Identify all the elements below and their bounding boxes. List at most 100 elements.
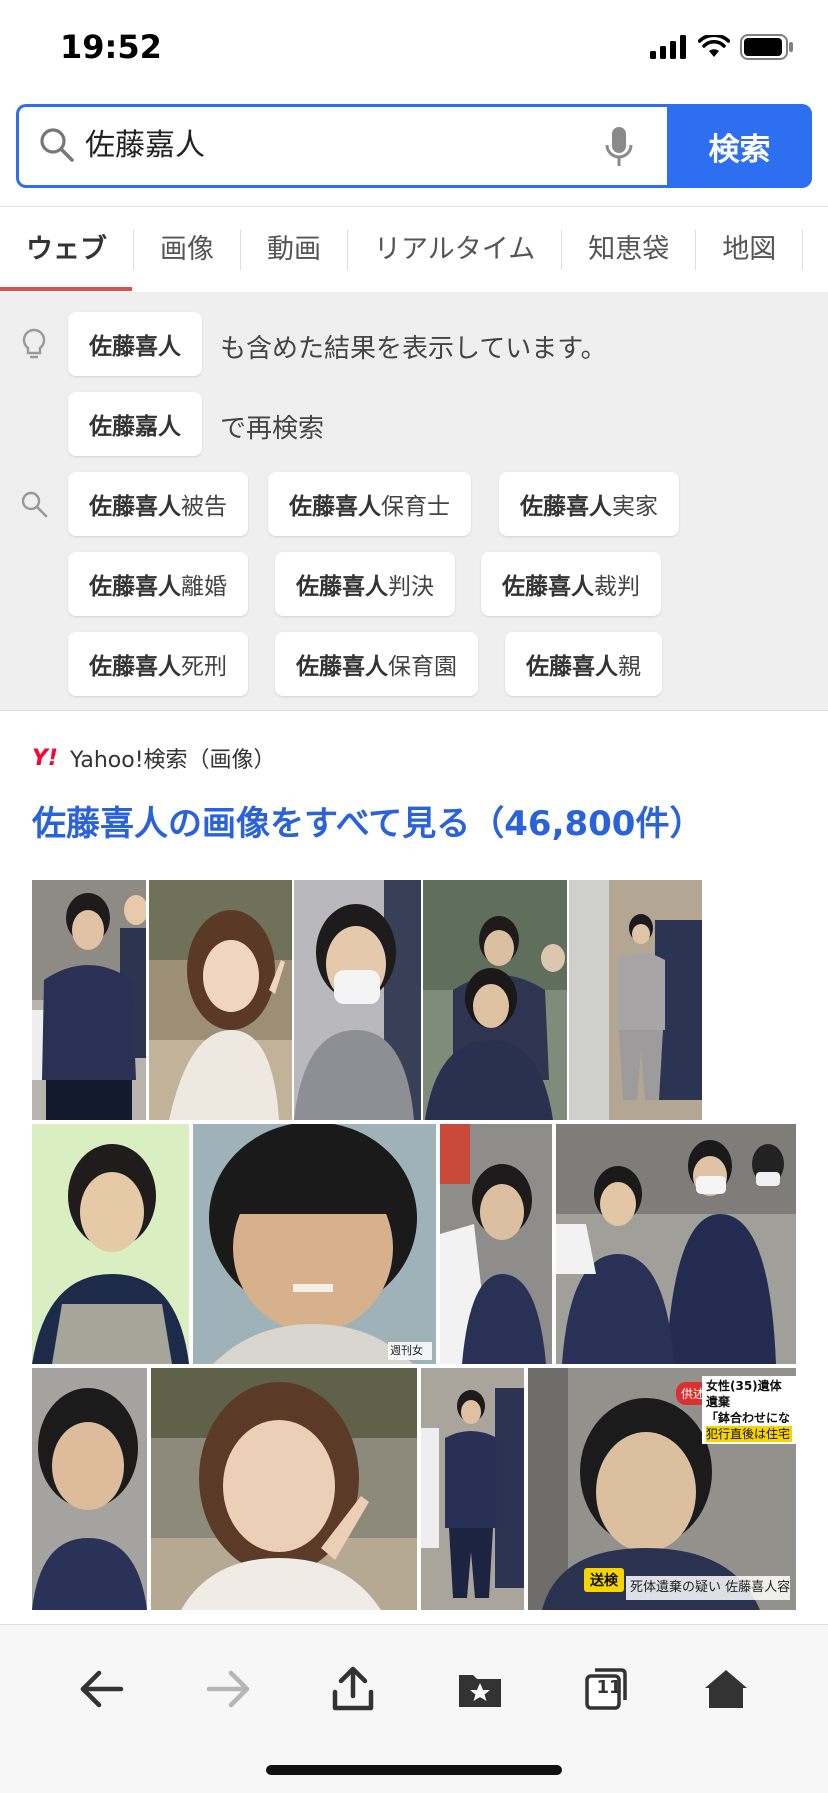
forward-button[interactable]: [196, 1657, 260, 1721]
tv-caption: 死体遺棄の疑い 佐藤喜人容疑者(29): [626, 1576, 790, 1600]
image-thumbnail[interactable]: [440, 1124, 552, 1364]
search-button[interactable]: 検索: [667, 104, 812, 188]
tv-headline: 女性(35)遺体遺棄 「鉢合わせにな 犯行直後は住宅: [702, 1376, 796, 1444]
person-photo: [32, 1368, 147, 1610]
battery-icon: [740, 34, 793, 60]
image-thumbnail[interactable]: [32, 1368, 147, 1610]
share-button[interactable]: [321, 1657, 385, 1721]
suggestion-chip[interactable]: 佐藤喜人 被告: [68, 472, 248, 536]
chip-term: 佐藤喜人: [296, 574, 388, 600]
back-arrow-icon: [80, 1670, 124, 1708]
image-thumbnail[interactable]: [569, 880, 702, 1120]
person-photo: [32, 880, 146, 1120]
related-search-icon: [21, 491, 48, 518]
person-photo: [151, 1368, 417, 1610]
search-bar: 検索: [16, 104, 812, 188]
status-bar: 19:52: [0, 0, 828, 100]
home-button[interactable]: [694, 1657, 758, 1721]
image-thumbnail[interactable]: [32, 1124, 189, 1364]
bookmarks-button[interactable]: [448, 1657, 512, 1721]
see-all-images-link[interactable]: 佐藤喜人の画像をすべて見る（46,800件）: [32, 796, 703, 845]
home-indicator: [266, 1765, 562, 1775]
chip-keyword: 保育士: [381, 494, 450, 520]
tab-map[interactable]: 地図: [695, 230, 802, 270]
suggestion-chip[interactable]: 佐藤喜人 判決: [275, 552, 455, 616]
chip-keyword: 離婚: [181, 574, 227, 600]
chip-term: 佐藤喜人: [89, 494, 181, 520]
person-photo: [149, 880, 292, 1120]
image-thumbnail[interactable]: [421, 1368, 524, 1610]
chip-term: 佐藤嘉人: [89, 414, 181, 440]
wifi-icon: [698, 35, 730, 57]
tab-videos[interactable]: 動画: [240, 230, 347, 270]
chip-term: 佐藤喜人: [526, 654, 618, 680]
bookmark-folder-icon: [459, 1675, 501, 1707]
tab-count: 11: [596, 1677, 622, 1698]
image-source: Y! Yahoo!検索（画像）: [32, 742, 276, 774]
chip-term: 佐藤喜人: [296, 654, 388, 680]
suggestion-chip[interactable]: 佐藤喜人 保育園: [275, 632, 478, 696]
tv-badge: 送検: [584, 1568, 624, 1592]
back-button[interactable]: [70, 1657, 134, 1721]
chip-keyword: 実家: [612, 494, 658, 520]
person-photo: [193, 1124, 436, 1364]
image-thumbnail[interactable]: [294, 880, 421, 1120]
correction-message: も含めた結果を表示しています。: [220, 334, 607, 364]
image-thumbnail[interactable]: [149, 880, 292, 1120]
chip-term: 佐藤喜人: [89, 574, 181, 600]
person-photo: [423, 880, 567, 1120]
tab-web[interactable]: ウェブ: [0, 230, 133, 270]
research-label: で再検索: [220, 414, 325, 444]
watermark: 週刊女: [388, 1342, 432, 1360]
suggestion-chip[interactable]: 佐藤喜人 保育士: [268, 472, 471, 536]
chip-keyword: 裁判: [594, 574, 640, 600]
image-grid: 週刊女 供述 女性(35)遺体遺棄 「鉢合わせにな 犯行直後は住宅 送検 死体遺…: [32, 880, 796, 1610]
tab-chiebukuro[interactable]: 知恵袋: [561, 230, 695, 270]
yahoo-logo: Y!: [32, 745, 58, 771]
search-icon: [40, 128, 74, 162]
suggestion-chip[interactable]: 佐藤喜人 裁判: [481, 552, 661, 616]
tv-headline-line: 「鉢合わせにな: [706, 1411, 791, 1425]
person-photo: [294, 880, 421, 1120]
image-thumbnail[interactable]: [151, 1368, 417, 1610]
tab-realtime[interactable]: リアルタイム: [347, 230, 561, 270]
tabs-button[interactable]: 11: [574, 1657, 638, 1721]
image-thumbnail[interactable]: [32, 880, 146, 1120]
search-tabs: ウェブ 画像 動画 リアルタイム 知恵袋 地図 ニ: [0, 206, 828, 294]
status-time: 19:52: [60, 28, 162, 66]
chip-keyword: 親: [618, 654, 641, 680]
suggestion-chip[interactable]: 佐藤喜人 離婚: [68, 552, 248, 616]
chip-term: 佐藤喜人: [89, 654, 181, 680]
search-box[interactable]: [16, 104, 670, 188]
source-label: Yahoo!検索（画像）: [69, 748, 276, 773]
tab-images[interactable]: 画像: [133, 230, 240, 270]
chip-keyword: 保育園: [388, 654, 457, 680]
tv-headline-line: 女性(35)遺体遺棄: [706, 1379, 782, 1409]
suggestion-area: 佐藤喜人 も含めた結果を表示しています。 佐藤嘉人 で再検索 佐藤喜人 被告 佐藤…: [0, 292, 828, 711]
image-thumbnail[interactable]: [556, 1124, 796, 1364]
chip-term: 佐藤喜人: [289, 494, 381, 520]
search-input[interactable]: [85, 107, 585, 185]
research-term-chip[interactable]: 佐藤嘉人: [68, 392, 202, 456]
person-photo: [32, 1124, 189, 1364]
share-icon: [332, 1666, 374, 1711]
chip-term: 佐藤喜人: [502, 574, 594, 600]
microphone-icon[interactable]: [604, 125, 634, 169]
active-tab-indicator: [0, 287, 132, 291]
suggestion-chip[interactable]: 佐藤喜人 実家: [499, 472, 679, 536]
home-icon: [705, 1670, 747, 1708]
chip-term: 佐藤喜人: [520, 494, 612, 520]
tv-headline-line: 犯行直後は住宅: [706, 1426, 792, 1442]
person-photo: [421, 1368, 524, 1610]
image-thumbnail[interactable]: 供述 女性(35)遺体遺棄 「鉢合わせにな 犯行直後は住宅 送検 死体遺棄の疑い…: [528, 1368, 796, 1610]
tab-news[interactable]: ニ: [802, 230, 828, 270]
image-thumbnail[interactable]: [423, 880, 567, 1120]
corrected-term-chip[interactable]: 佐藤喜人: [68, 312, 202, 376]
person-photo: [569, 880, 702, 1120]
suggestion-chip[interactable]: 佐藤喜人 死刑: [68, 632, 248, 696]
forward-arrow-icon: [206, 1670, 250, 1708]
image-thumbnail[interactable]: 週刊女: [193, 1124, 436, 1364]
chip-keyword: 被告: [181, 494, 227, 520]
suggestion-chip[interactable]: 佐藤喜人 親: [505, 632, 662, 696]
signal-icon: [650, 35, 686, 59]
